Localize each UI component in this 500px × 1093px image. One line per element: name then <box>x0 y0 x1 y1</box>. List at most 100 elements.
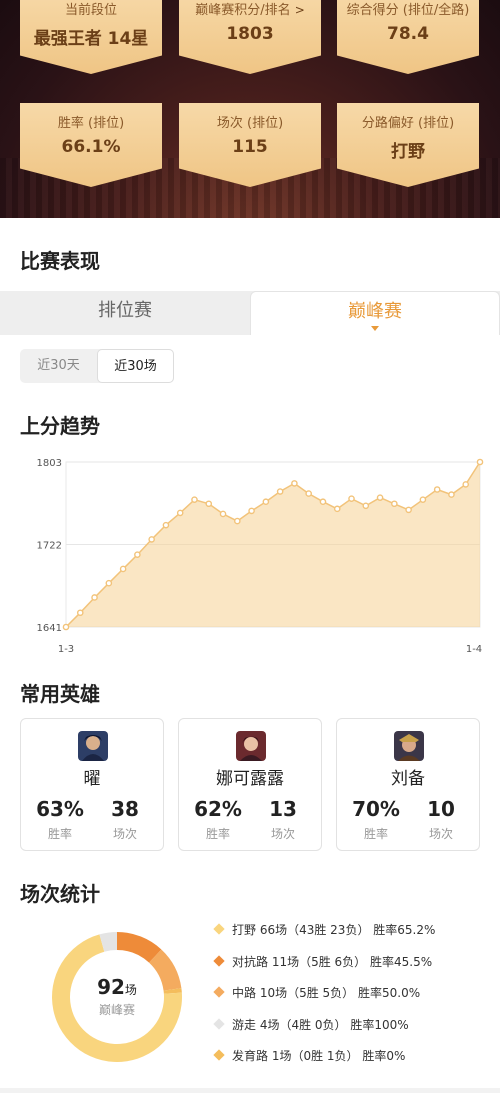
hero-win-rate: 70% <box>352 797 400 821</box>
tab-peak[interactable]: 巅峰赛 <box>250 291 500 335</box>
hero-games: 10 <box>427 797 455 821</box>
section-title-game-stats: 场次统计 <box>20 882 100 906</box>
chart-point <box>476 458 484 466</box>
hero-games-label: 场次 <box>270 827 295 841</box>
y-tick-label: 1641 <box>37 623 62 634</box>
legend-text: 中路 10场（5胜 5负） 胜率50.0% <box>232 986 421 1000</box>
caret-down-icon <box>371 326 379 331</box>
donut-unit: 场 <box>124 983 137 997</box>
chart-point <box>234 517 241 525</box>
section-title-performance: 比赛表现 <box>20 249 100 273</box>
hero-win-rate-label: 胜率 <box>47 827 72 841</box>
stat-label: 综合得分 (排位/全路) <box>346 3 470 18</box>
y-tick-label: 1722 <box>37 541 62 552</box>
stat-label-text: 巅峰赛积分/排名 <box>195 3 291 18</box>
chart-point <box>148 536 155 543</box>
range-option-30-games[interactable]: 近30场 <box>97 349 174 383</box>
hero-win-rate: 62% <box>194 797 242 821</box>
hero-games-label: 场次 <box>112 827 137 841</box>
legend-text: 游走 4场（4胜 0负） 胜率100% <box>232 1017 409 1032</box>
chart-point <box>162 521 170 529</box>
stat-value: 最强王者 14星 <box>33 29 149 49</box>
range-toggle: 近30天 近30场 <box>20 349 174 383</box>
chart-point <box>276 488 284 495</box>
stat-value: 66.1% <box>61 137 121 157</box>
legend-item: 打野 66场（43胜 23负） 胜率65.2% <box>213 920 495 952</box>
hero-win-rate: 63% <box>36 797 84 821</box>
chart-point <box>91 594 98 601</box>
diamond-icon <box>213 923 225 935</box>
hero-avatar <box>236 731 266 761</box>
chart-point <box>76 609 84 617</box>
tab-ranked[interactable]: 排位赛 <box>0 291 250 335</box>
chart-point <box>419 496 427 503</box>
hero-games-label: 场次 <box>428 827 453 841</box>
diamond-icon <box>213 954 225 967</box>
hero-card[interactable]: 娜可露露 62% 13 胜率 场次 <box>178 718 322 851</box>
hero-games: 38 <box>111 797 139 821</box>
hero-games: 13 <box>269 797 297 821</box>
hero-card[interactable]: 刘备 70% 10 胜率 场次 <box>336 718 480 851</box>
chart-point <box>176 509 184 517</box>
legend-item: 中路 10场（5胜 5负） 胜率50.0% <box>213 983 495 1015</box>
chart-point <box>362 502 370 510</box>
score-trend-chart: 1641 1722 1803 1-3 1-4 <box>37 458 484 655</box>
stat-card-peak-score[interactable]: 巅峰赛积分/排名 > 1803 <box>179 0 321 74</box>
chart-point <box>248 507 255 515</box>
legend-text: 对抗路 11场（5胜 6负） 胜率45.5% <box>232 954 433 969</box>
chart-point <box>105 579 113 587</box>
hero-win-rate-label: 胜率 <box>363 827 388 841</box>
stat-value: 115 <box>232 137 268 157</box>
section-title-heroes: 常用英雄 <box>20 682 100 706</box>
stat-label: 巅峰赛积分/排名 > <box>179 0 321 18</box>
stat-label: 分路偏好 (排位) <box>361 116 455 131</box>
tab-label: 巅峰赛 <box>348 301 402 322</box>
chart-point <box>448 491 455 498</box>
chart-point <box>219 510 227 518</box>
stat-value: 1803 <box>226 24 274 44</box>
diamond-icon <box>213 1049 225 1061</box>
stat-card-games: 场次 (排位) 115 <box>179 103 321 187</box>
donut-total: 92 <box>97 975 125 999</box>
stat-value: 78.4 <box>387 24 429 44</box>
chart-point <box>134 551 141 558</box>
x-tick-label: 1-3 <box>58 644 74 655</box>
y-tick-label: 1803 <box>37 458 62 469</box>
chart-point <box>62 623 70 631</box>
chart-point <box>305 490 312 497</box>
chart-point <box>291 480 298 487</box>
lane-legend: 打野 66场（43胜 23负） 胜率65.2% 对抗路 11场（5胜 6负） 胜… <box>213 920 495 1078</box>
diamond-icon <box>213 986 225 998</box>
stat-card-win-rate: 胜率 (排位) 66.1% <box>20 103 162 187</box>
hero-card[interactable]: 曜 63% 38 胜率 场次 <box>20 718 164 851</box>
legend-item: 对抗路 11场（5胜 6负） 胜率45.5% <box>213 952 495 984</box>
chevron-right-icon: > <box>294 3 305 17</box>
hero-avatar <box>394 731 424 761</box>
x-tick-label: 1-4 <box>466 644 482 655</box>
range-option-30-days[interactable]: 近30天 <box>20 349 97 383</box>
legend-item: 发育路 1场（0胜 1负） 胜率0% <box>213 1046 495 1078</box>
legend-text: 打野 66场（43胜 23负） 胜率65.2% <box>232 923 436 937</box>
chart-point <box>205 500 213 508</box>
bottom-divider <box>0 1088 500 1093</box>
chart-point <box>405 506 412 514</box>
match-type-tabs: 排位赛 巅峰赛 <box>0 291 500 335</box>
chart-point <box>348 495 355 502</box>
stat-label: 场次 (排位) <box>216 116 284 131</box>
chart-point <box>433 486 441 493</box>
stat-card-lane-preference: 分路偏好 (排位) 打野 <box>337 103 479 187</box>
chart-point <box>376 494 384 501</box>
legend-item: 游走 4场（4胜 0负） 胜率100% <box>213 1015 495 1047</box>
stat-label: 当前段位 <box>64 3 117 18</box>
stat-card-overall-score: 综合得分 (排位/全路) 78.4 <box>337 0 479 74</box>
chart-point <box>119 565 127 573</box>
chart-point <box>262 498 270 506</box>
legend-text: 发育路 1场（0胜 1负） 胜率0% <box>232 1049 406 1063</box>
hero-win-rate-label: 胜率 <box>205 827 230 841</box>
chart-point <box>462 481 470 488</box>
hero-avatar <box>78 731 108 761</box>
hero-name: 曜 <box>83 769 101 789</box>
hero-name: 刘备 <box>391 769 425 789</box>
stat-label: 胜率 (排位) <box>57 116 125 131</box>
hero-name: 娜可露露 <box>216 769 284 789</box>
